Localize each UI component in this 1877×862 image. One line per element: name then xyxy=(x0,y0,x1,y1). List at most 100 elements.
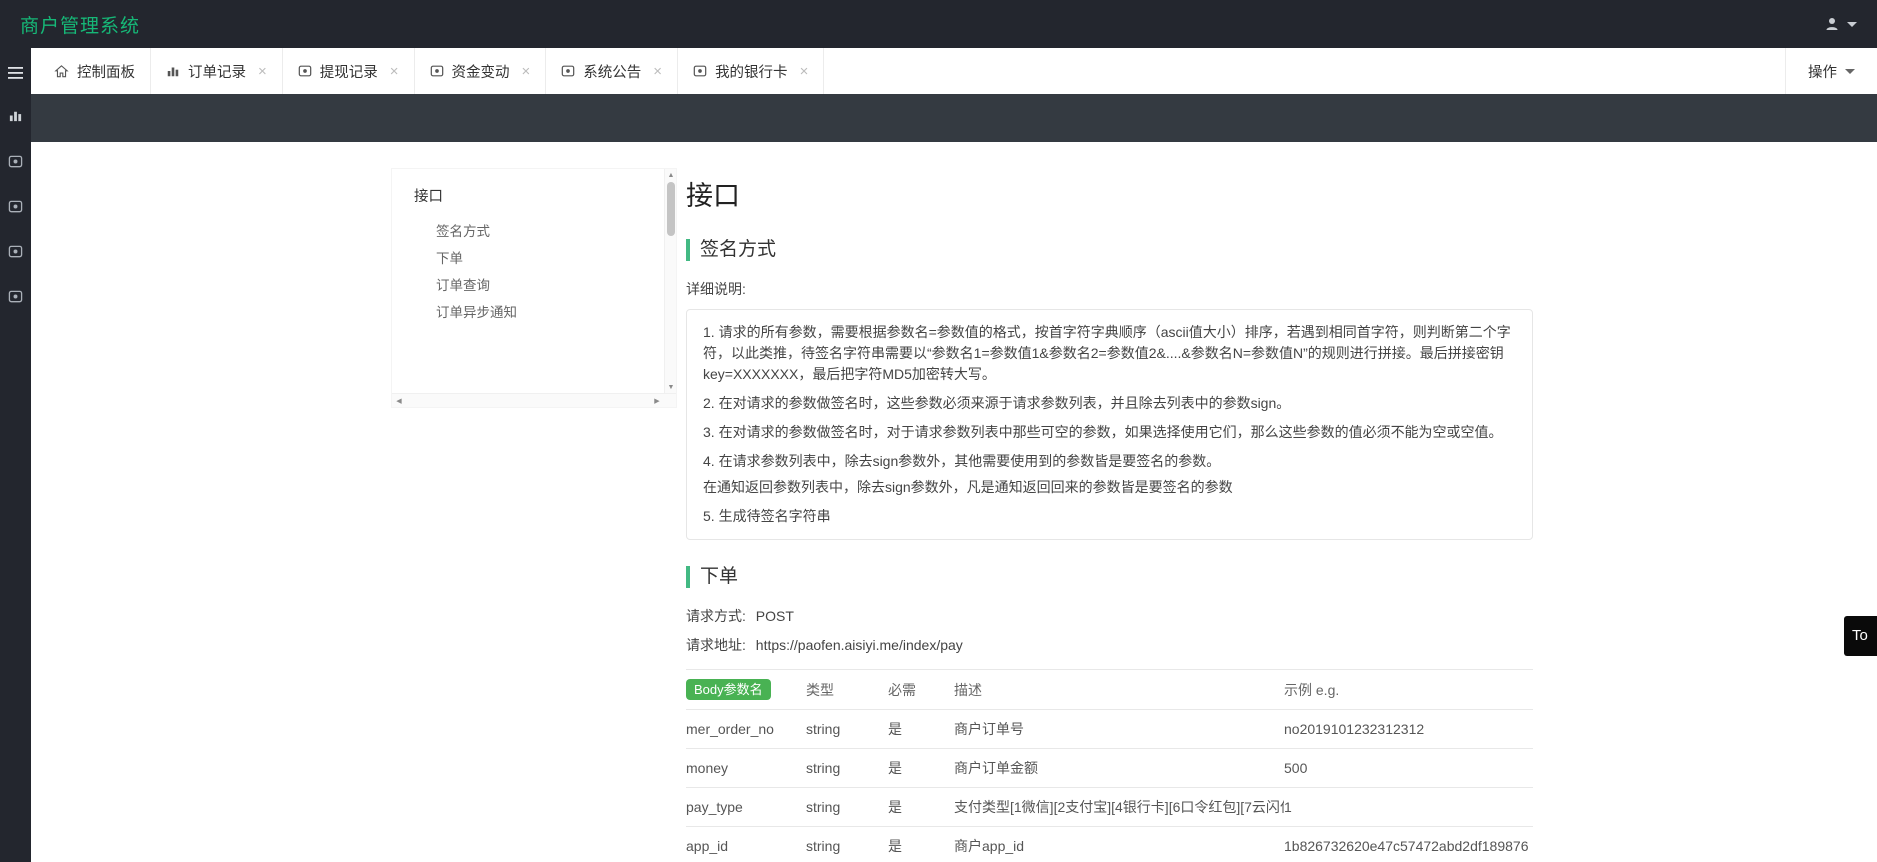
section-heading-sign-method: 签名方式 xyxy=(686,239,1533,261)
cell-desc: 商户订单号 xyxy=(954,721,1024,737)
actions-dropdown[interactable]: 操作 xyxy=(1785,48,1877,94)
col-header-desc: 描述 xyxy=(954,681,982,698)
bar-chart-icon xyxy=(166,64,180,78)
cell-example: 500 xyxy=(1284,760,1308,776)
sidebar-collapse-button[interactable] xyxy=(0,61,31,85)
tab-label: 提现记录 xyxy=(319,64,378,81)
cell-type: string xyxy=(806,799,841,815)
cell-type: string xyxy=(806,721,841,737)
request-method-value: POST xyxy=(755,608,794,624)
note-line: 在通知返回参数列表中，除去sign参数外，凡是通知返回回来的参数皆是要签名的参数 xyxy=(703,479,1233,495)
scroll-down-icon[interactable]: ▼ xyxy=(665,381,676,393)
chevron-down-icon xyxy=(1845,68,1855,74)
tab-bar: 控制面板 订单记录 × 提现记录 × 资金变动 × 系统公告 × 我的银行卡 × xyxy=(31,48,1877,94)
dot-box-icon xyxy=(8,289,23,304)
tab-label: 系统公告 xyxy=(583,64,642,81)
rail-item-orders[interactable] xyxy=(0,103,31,127)
cell-required: 是 xyxy=(888,799,902,815)
col-header-type: 类型 xyxy=(806,681,834,698)
dot-box-icon xyxy=(8,244,23,259)
tab-my-bank-card[interactable]: 我的银行卡 × xyxy=(678,48,825,94)
col-header-example: 示例 e.g. xyxy=(1284,681,1340,698)
request-url-line: 请求地址: https://paofen.aisiyi.me/index/pay xyxy=(686,635,1533,655)
cell-example: 1 xyxy=(1284,799,1292,815)
note-line: 5. 生成待签名字符串 xyxy=(703,508,831,524)
note-line: 3. 在对请求的参数做签名时，对于请求参数列表中那些可空的参数，如果选择使用它们… xyxy=(703,424,1503,440)
user-menu[interactable] xyxy=(1824,16,1857,32)
app-title: 商户管理系统 xyxy=(20,15,141,37)
tab-withdraw-records[interactable]: 提现记录 × xyxy=(283,48,415,94)
tab-order-records[interactable]: 订单记录 × xyxy=(151,48,283,94)
request-url-value: https://paofen.aisiyi.me/index/pay xyxy=(755,637,963,653)
dot-box-icon xyxy=(298,64,312,78)
cell-name: pay_type xyxy=(686,799,743,815)
cell-example: 1b826732620e47c57472abd2df189876 xyxy=(1284,838,1529,854)
page-title: 接口 xyxy=(686,181,740,211)
chevron-down-icon xyxy=(1847,21,1857,27)
cell-required: 是 xyxy=(888,721,902,737)
section-heading-place-order: 下单 xyxy=(686,566,1533,588)
doc-content: 接口 签名方式 详细说明: 1. 请求的所有参数，需要根据参数名=参数值的格式，… xyxy=(686,142,1533,862)
hamburger-icon xyxy=(8,67,23,79)
tab-label: 我的银行卡 xyxy=(715,64,788,81)
back-to-top-button[interactable]: To xyxy=(1844,616,1877,656)
dot-box-icon xyxy=(693,64,707,78)
tab-system-notice[interactable]: 系统公告 × xyxy=(546,48,679,94)
cell-desc: 商户订单金额 xyxy=(954,760,1038,776)
tab-close-icon[interactable]: × xyxy=(390,64,399,79)
detail-label: 详细说明: xyxy=(686,281,746,297)
scroll-up-icon[interactable]: ▲ xyxy=(665,169,676,181)
rail-item-notice[interactable] xyxy=(0,239,31,263)
cell-required: 是 xyxy=(888,838,902,854)
dot-box-icon xyxy=(8,154,23,169)
tab-close-icon[interactable]: × xyxy=(522,64,531,79)
table-row: money string 是 商户订单金额 500 xyxy=(686,749,1533,788)
doc-nav-item-order-query[interactable]: 订单查询 xyxy=(414,272,654,299)
actions-label: 操作 xyxy=(1808,64,1837,81)
param-table: Body参数名 类型 必需 描述 示例 e.g. mer_order_no st… xyxy=(686,669,1533,862)
icon-rail xyxy=(0,48,31,862)
body-param-badge: Body参数名 xyxy=(686,679,771,700)
tab-label: 资金变动 xyxy=(451,64,510,81)
table-row: app_id string 是 商户app_id 1b826732620e47c… xyxy=(686,827,1533,862)
request-method-line: 请求方式: POST xyxy=(686,606,1533,626)
tab-label: 控制面板 xyxy=(77,64,135,81)
cell-name: mer_order_no xyxy=(686,721,774,737)
tab-label: 订单记录 xyxy=(188,64,246,81)
doc-nav-item-place-order[interactable]: 下单 xyxy=(414,245,654,272)
app-header: 商户管理系统 xyxy=(0,0,1877,48)
rail-item-withdrawals[interactable] xyxy=(0,149,31,173)
main-content: 接口 签名方式 下单 订单查询 订单异步通知 ▲ ▼ ◀ ▶ 接口 签名方式 详… xyxy=(31,142,1877,862)
note-line: 1. 请求的所有参数，需要根据参数名=参数值的格式，按首字符字典顺序（ascii… xyxy=(703,324,1511,382)
doc-side-nav: 接口 签名方式 下单 订单查询 订单异步通知 ▲ ▼ ◀ ▶ xyxy=(391,168,677,408)
table-row: mer_order_no string 是 商户订单号 no2019101232… xyxy=(686,710,1533,749)
scrollbar-thumb[interactable] xyxy=(667,182,675,236)
home-icon xyxy=(54,64,69,79)
horizontal-scrollbar[interactable]: ◀ ▶ xyxy=(392,393,676,407)
cell-name: app_id xyxy=(686,838,729,854)
dot-box-icon xyxy=(430,64,444,78)
cell-type: string xyxy=(806,838,841,854)
user-icon xyxy=(1824,16,1840,32)
tab-close-icon[interactable]: × xyxy=(653,64,662,79)
dot-box-icon xyxy=(8,199,23,214)
doc-nav-item-sign-method[interactable]: 签名方式 xyxy=(414,218,654,245)
tab-close-icon[interactable]: × xyxy=(258,64,267,79)
note-line: 2. 在对请求的参数做签名时，这些参数必须来源于请求参数列表，并且除去列表中的参… xyxy=(703,395,1291,411)
rail-item-funds[interactable] xyxy=(0,194,31,218)
bar-chart-icon xyxy=(8,108,23,123)
scroll-left-icon[interactable]: ◀ xyxy=(392,394,406,407)
cell-desc: 支付类型[1微信][2支付宝][4银行卡][6口令红包][7云闪付] xyxy=(954,799,1284,815)
tab-dashboard[interactable]: 控制面板 xyxy=(39,48,151,94)
request-url-label: 请求地址: xyxy=(686,637,746,653)
scroll-right-icon[interactable]: ▶ xyxy=(650,394,664,407)
table-header-row: Body参数名 类型 必需 描述 示例 e.g. xyxy=(686,669,1533,710)
tab-close-icon[interactable]: × xyxy=(800,64,809,79)
rail-item-bankcard[interactable] xyxy=(0,284,31,308)
sign-notes-box: 1. 请求的所有参数，需要根据参数名=参数值的格式，按首字符字典顺序（ascii… xyxy=(686,309,1533,540)
cell-type: string xyxy=(806,760,841,776)
doc-nav-item-order-notify[interactable]: 订单异步通知 xyxy=(414,299,654,326)
tab-fund-changes[interactable]: 资金变动 × xyxy=(415,48,547,94)
content-header-band xyxy=(31,94,1877,142)
vertical-scrollbar[interactable]: ▲ ▼ xyxy=(664,169,676,393)
